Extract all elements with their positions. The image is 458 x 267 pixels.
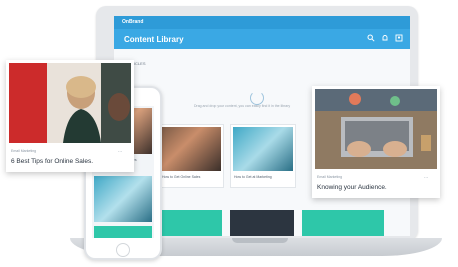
card-thumbnail (161, 127, 221, 171)
article-image (315, 89, 437, 169)
content-card[interactable]: How to Get at Marketing (230, 124, 296, 188)
article-tag: Email Marketing (317, 175, 343, 179)
home-button[interactable] (116, 243, 130, 257)
card-teal[interactable] (94, 226, 152, 238)
brand-logo[interactable]: OnBrand (122, 19, 143, 26)
title-bar: Content Library (114, 29, 410, 49)
more-icon[interactable]: ... (424, 175, 428, 180)
card-thumbnail (233, 127, 293, 171)
laptop-notch (232, 238, 288, 243)
article-image (9, 63, 131, 143)
content-card[interactable]: How to Get Online Sales (158, 124, 224, 188)
user-icon[interactable] (394, 34, 403, 43)
card-teal[interactable] (158, 210, 222, 236)
article-card-left[interactable]: Email Marketing ... 6 Best Tips for Onli… (6, 60, 134, 172)
more-icon[interactable]: ... (118, 149, 122, 154)
card-teal[interactable] (302, 210, 384, 236)
article-title: 6 Best Tips for Online Sales. (11, 158, 94, 165)
article-tag: Email Marketing (11, 149, 37, 153)
card-title: How to Get at Marketing (234, 175, 272, 179)
card-thumbnail[interactable] (94, 176, 152, 222)
loading-icon (250, 91, 264, 105)
article-title: Knowing your Audience. (317, 184, 387, 191)
card-title: How to Get Online Sales (162, 175, 201, 179)
article-card-right[interactable]: Email Marketing ... Knowing your Audienc… (312, 86, 440, 198)
card-dark[interactable] (230, 210, 294, 236)
bell-icon[interactable] (380, 34, 389, 43)
page-title: Content Library (124, 35, 184, 44)
search-icon[interactable] (366, 34, 375, 43)
top-bar: OnBrand (114, 16, 410, 29)
